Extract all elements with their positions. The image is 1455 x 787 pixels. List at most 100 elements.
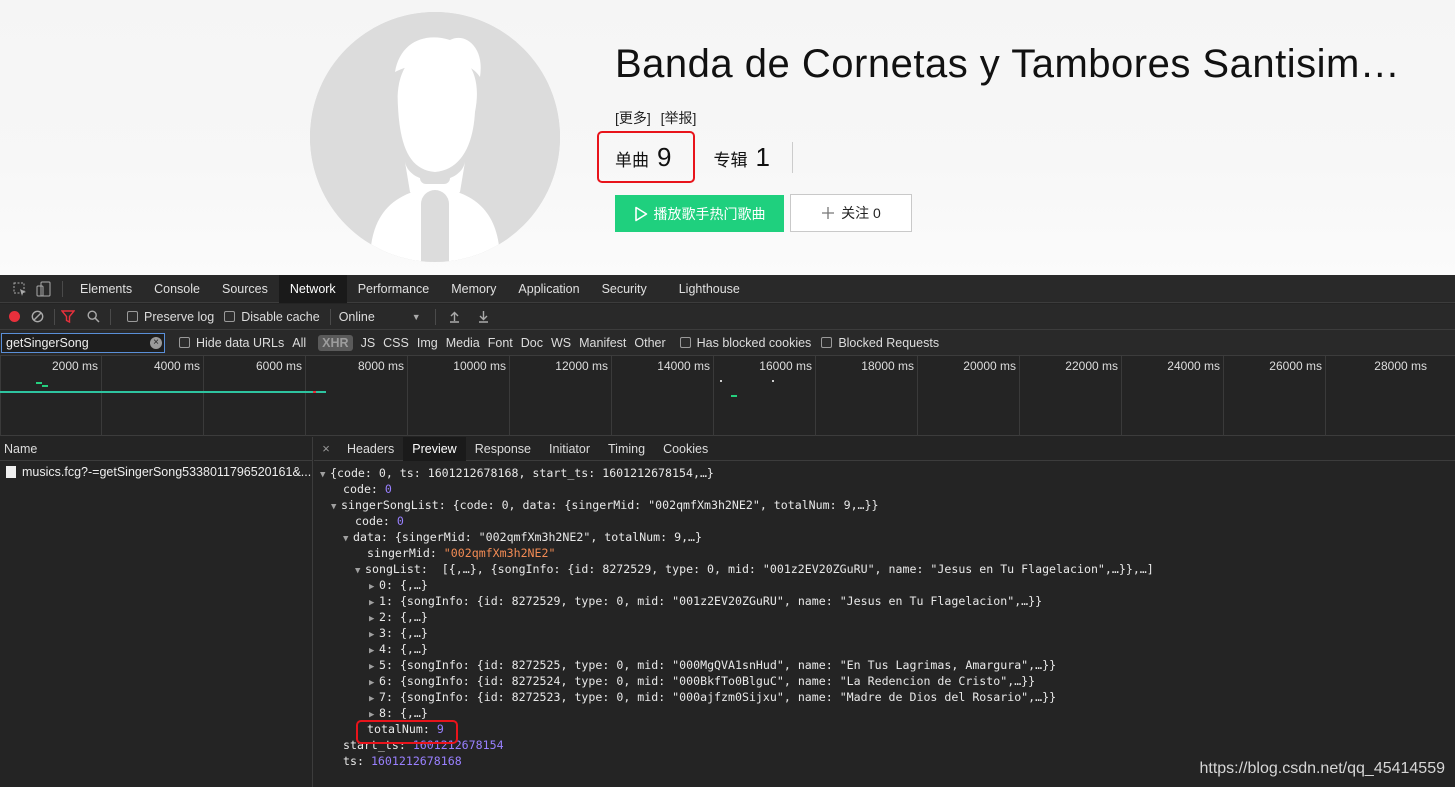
default-avatar-icon [310, 12, 560, 262]
clear-filter-icon[interactable]: × [150, 336, 162, 349]
json-song-item[interactable]: ▶ 3: {,…} [314, 625, 1455, 641]
timeline-tick: 18000 ms [815, 356, 917, 436]
import-har-icon[interactable] [448, 310, 461, 323]
json-song-item[interactable]: ▶ 6: {songInfo: {id: 8272524, type: 0, mi… [314, 673, 1455, 689]
device-toolbar-icon[interactable] [36, 281, 52, 297]
clear-icon[interactable] [31, 310, 44, 323]
json-song-item[interactable]: ▶ 7: {songInfo: {id: 8272523, type: 0, mi… [314, 689, 1455, 705]
type-js[interactable]: JS [361, 336, 376, 350]
throttling-select[interactable]: Online ▼ [339, 310, 421, 324]
type-img[interactable]: Img [417, 336, 438, 350]
tab-initiator[interactable]: Initiator [540, 437, 599, 461]
close-details-icon[interactable]: × [314, 441, 338, 456]
timeline-tick: 12000 ms [509, 356, 611, 436]
type-ws[interactable]: WS [551, 336, 571, 350]
json-root[interactable]: ▼ {code: 0, ts: 1601212678168, start_ts: … [314, 465, 1455, 481]
json-song-list[interactable]: ▼ songList: [{,…}, {songInfo: {id: 827252… [314, 561, 1455, 577]
type-media[interactable]: Media [446, 336, 480, 350]
document-icon [6, 466, 16, 478]
search-icon[interactable] [87, 310, 100, 323]
details-tabbar: × Headers Preview Response Initiator Tim… [314, 436, 1455, 461]
tab-security[interactable]: Security [591, 275, 658, 303]
timeline-mark [772, 380, 774, 382]
type-other[interactable]: Other [634, 336, 665, 350]
export-har-icon[interactable] [477, 310, 490, 323]
json-song-item[interactable]: ▶ 1: {songInfo: {id: 8272529, type: 0, mi… [314, 593, 1455, 609]
filter-icon[interactable] [61, 310, 75, 323]
json-line: code: 0 [343, 482, 392, 496]
timeline-tick: 22000 ms [1019, 356, 1121, 436]
json-singer-song-list[interactable]: ▼ singerSongList: {code: 0, data: {singer… [314, 497, 1455, 513]
json-song-item[interactable]: ▶ 4: {,…} [314, 641, 1455, 657]
albums-label: 专辑 [713, 151, 748, 170]
request-row[interactable]: musics.fcg?-=getSingerSong53380117965201… [0, 461, 312, 483]
disable-cache-checkbox[interactable]: Disable cache [224, 310, 320, 324]
tab-performance[interactable]: Performance [347, 275, 441, 303]
blocked-requests-checkbox[interactable]: Blocked Requests [821, 336, 939, 350]
name-column-header[interactable]: Name [0, 437, 312, 461]
type-css[interactable]: CSS [383, 336, 409, 350]
json-song-item[interactable]: ▶ 2: {,…} [314, 609, 1455, 625]
timeline-tick: 24000 ms [1121, 356, 1223, 436]
throttling-value: Online [338, 309, 375, 324]
request-name: musics.fcg?-=getSingerSong53380117965201… [22, 465, 312, 479]
json-line: totalNum: 9 [367, 722, 444, 736]
request-list: Name musics.fcg?-=getSingerSong533801179… [0, 437, 313, 787]
json-line: singerMid: "002qmfXm3h2NE2" [367, 546, 556, 560]
network-overview-timeline[interactable]: 2000 ms 4000 ms 6000 ms 8000 ms 10000 ms… [0, 356, 1455, 436]
hide-data-urls-checkbox[interactable]: Hide data URLs [179, 336, 284, 350]
timeline-tick: 16000 ms [713, 356, 815, 436]
has-blocked-cookies-label: Has blocked cookies [696, 335, 812, 350]
json-line: start_ts: 1601212678154 [343, 738, 504, 752]
songs-highlight-box [597, 131, 695, 183]
network-toolbar: Preserve log Disable cache Online ▼ [0, 304, 1455, 330]
dropdown-arrow-icon: ▼ [411, 311, 421, 322]
json-line: code: 0 [355, 514, 404, 528]
tab-console[interactable]: Console [143, 275, 211, 303]
preserve-log-checkbox[interactable]: Preserve log [127, 310, 214, 324]
timeline-mark [720, 380, 722, 382]
timeline-tick: 8000 ms [305, 356, 407, 436]
json-song-item[interactable]: ▶ 5: {songInfo: {id: 8272525, type: 0, mi… [314, 657, 1455, 673]
total-num-highlight-box [356, 720, 458, 744]
tab-cookies[interactable]: Cookies [654, 437, 717, 461]
tab-lighthouse[interactable]: Lighthouse [668, 275, 751, 303]
more-link[interactable]: [更多] [615, 110, 651, 126]
timeline-mark [36, 382, 42, 384]
tab-sources[interactable]: Sources [211, 275, 279, 303]
tab-application[interactable]: Application [507, 275, 590, 303]
has-blocked-cookies-checkbox[interactable]: Has blocked cookies [679, 335, 812, 350]
timeline-tick: 10000 ms [407, 356, 509, 436]
filter-input[interactable] [1, 332, 165, 353]
play-hot-songs-button[interactable]: 播放歌手热门歌曲 [615, 195, 784, 232]
timeline-mark [731, 395, 737, 397]
json-data[interactable]: ▼ data: {singerMid: "002qmfXm3h2NE2", tot… [314, 529, 1455, 545]
tab-response[interactable]: Response [466, 437, 540, 461]
timeline-tick: 14000 ms [611, 356, 713, 436]
type-doc[interactable]: Doc [521, 336, 543, 350]
timeline-tick: 28000 ms [1325, 356, 1430, 436]
inspect-element-icon[interactable] [12, 281, 28, 297]
tab-network[interactable]: Network [278, 274, 347, 303]
tab-timing[interactable]: Timing [599, 437, 654, 461]
type-xhr[interactable]: XHR [318, 334, 353, 351]
play-icon [634, 206, 647, 221]
timeline-bar [0, 391, 326, 393]
json-preview: ▼ {code: 0, ts: 1601212678168, start_ts: … [314, 465, 1455, 769]
albums-stat[interactable]: 专辑 1 [713, 142, 793, 173]
tab-headers[interactable]: Headers [338, 437, 403, 461]
singer-avatar [310, 12, 560, 262]
type-font[interactable]: Font [488, 336, 513, 350]
hide-data-urls-label: Hide data URLs [196, 335, 285, 350]
report-link[interactable]: [举报] [661, 110, 697, 126]
json-song-item[interactable]: ▶ 0: {,…} [314, 577, 1455, 593]
tab-elements[interactable]: Elements [69, 275, 143, 303]
type-all[interactable]: All [292, 336, 306, 350]
json-song-item[interactable]: ▶ 8: {,…} [314, 705, 1455, 721]
type-manifest[interactable]: Manifest [579, 336, 626, 350]
tab-preview[interactable]: Preview [403, 436, 466, 461]
record-icon[interactable] [8, 310, 21, 323]
follow-button[interactable]: 关注 0 [790, 194, 912, 232]
tab-memory[interactable]: Memory [440, 275, 507, 303]
devtools-panel: Elements Console Sources Network Perform… [0, 274, 1455, 787]
